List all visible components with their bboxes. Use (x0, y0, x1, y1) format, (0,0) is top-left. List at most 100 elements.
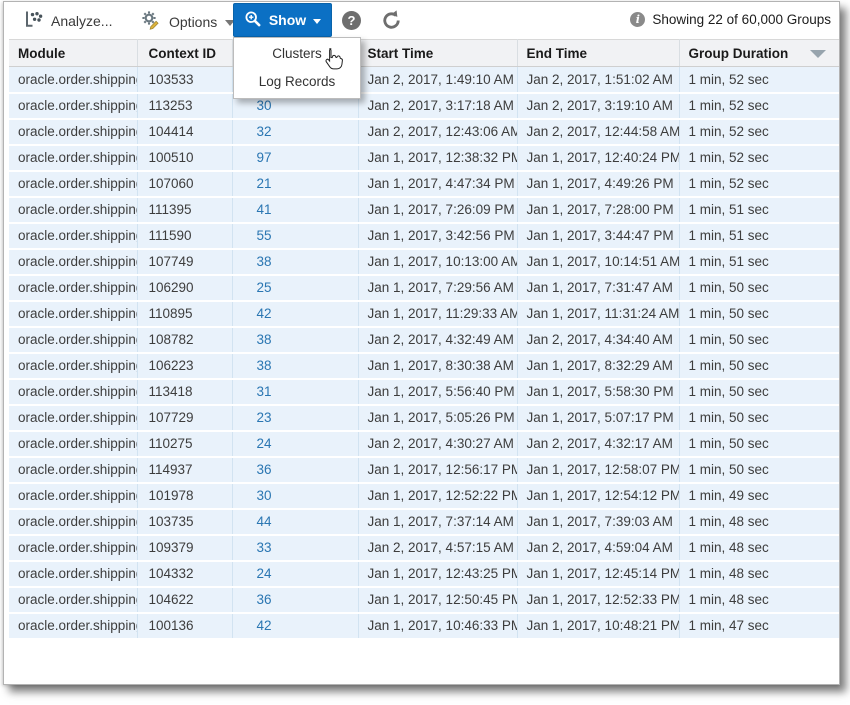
cell-cluster-count[interactable]: 21 (232, 171, 358, 197)
table-row[interactable]: oracle.order.shipping10772923Jan 1, 2017… (9, 405, 839, 431)
table-row[interactable]: oracle.order.shipping10629025Jan 1, 2017… (9, 275, 839, 301)
cell-end-time: Jan 1, 2017, 7:31:47 AM (517, 275, 679, 301)
cell-group-duration: 1 min, 52 sec (679, 119, 839, 145)
cell-cluster-count[interactable]: 36 (232, 457, 358, 483)
table-row[interactable]: oracle.order.shipping11089542Jan 1, 2017… (9, 301, 839, 327)
cell-end-time: Jan 2, 2017, 3:19:10 AM (517, 93, 679, 119)
cell-start-time: Jan 1, 2017, 8:30:38 AM (358, 353, 517, 379)
cell-cluster-count[interactable]: 44 (232, 509, 358, 535)
cell-context-id: 101978 (137, 483, 232, 509)
table-row[interactable]: oracle.order.shipping10373544Jan 1, 2017… (9, 509, 839, 535)
cell-cluster-count[interactable]: 24 (232, 561, 358, 587)
column-header-start-time[interactable]: Start Time (358, 40, 517, 67)
cell-cluster-count[interactable]: 25 (232, 275, 358, 301)
cell-end-time: Jan 1, 2017, 5:07:17 PM (517, 405, 679, 431)
cell-module: oracle.order.shipping (9, 587, 137, 613)
cell-end-time: Jan 1, 2017, 12:45:14 PM (517, 561, 679, 587)
cell-group-duration: 1 min, 50 sec (679, 301, 839, 327)
show-button[interactable]: Show (233, 3, 332, 37)
cell-start-time: Jan 2, 2017, 3:17:18 AM (358, 93, 517, 119)
table-row[interactable]: oracle.order.shipping10013642Jan 1, 2017… (9, 613, 839, 639)
cell-context-id: 104332 (137, 561, 232, 587)
table-row[interactable]: oracle.order.shipping10197830Jan 1, 2017… (9, 483, 839, 509)
cell-group-duration: 1 min, 49 sec (679, 483, 839, 509)
table-row[interactable]: oracle.order.shipping10433224Jan 1, 2017… (9, 561, 839, 587)
show-dropdown-menu: Clusters Log Records (233, 37, 361, 99)
column-header-context-id[interactable]: Context ID (137, 40, 232, 67)
cell-cluster-count[interactable]: 23 (232, 405, 358, 431)
cell-cluster-count[interactable]: 32 (232, 119, 358, 145)
refresh-button[interactable] (381, 10, 402, 34)
cell-context-id: 106290 (137, 275, 232, 301)
cell-end-time: Jan 1, 2017, 12:54:12 PM (517, 483, 679, 509)
table-row[interactable]: oracle.order.shipping10937933Jan 2, 2017… (9, 535, 839, 561)
table-row[interactable]: oracle.order.shipping10441432Jan 2, 2017… (9, 119, 839, 145)
table-row[interactable]: oracle.order.shipping10051097Jan 1, 2017… (9, 145, 839, 171)
cell-module: oracle.order.shipping (9, 405, 137, 431)
info-circle-icon[interactable]: i (630, 12, 645, 27)
table-row[interactable]: oracle.order.shipping10622338Jan 1, 2017… (9, 353, 839, 379)
cell-module: oracle.order.shipping (9, 223, 137, 249)
column-header-group-duration[interactable]: Group Duration (679, 40, 839, 67)
cell-group-duration: 1 min, 50 sec (679, 353, 839, 379)
cell-start-time: Jan 1, 2017, 12:38:32 PM (358, 145, 517, 171)
cell-cluster-count[interactable]: 55 (232, 223, 358, 249)
cell-cluster-count[interactable]: 31 (232, 379, 358, 405)
table-row[interactable]: oracle.order.shipping10462236Jan 1, 2017… (9, 587, 839, 613)
table-row[interactable]: oracle.order.shipping11341831Jan 1, 2017… (9, 379, 839, 405)
options-button[interactable]: Options (141, 10, 235, 33)
table-row[interactable]: oracle.order.shipping103533Jan 2, 2017, … (9, 67, 839, 93)
cell-module: oracle.order.shipping (9, 509, 137, 535)
cell-start-time: Jan 1, 2017, 5:05:26 PM (358, 405, 517, 431)
menu-item-clusters[interactable]: Clusters (234, 40, 360, 68)
cell-module: oracle.order.shipping (9, 535, 137, 561)
question-circle-icon: ? (342, 11, 361, 30)
magnifier-plus-icon (244, 10, 262, 31)
cell-cluster-count[interactable]: 24 (232, 431, 358, 457)
cell-end-time: Jan 1, 2017, 3:44:47 PM (517, 223, 679, 249)
table-row[interactable]: oracle.order.shipping11493736Jan 1, 2017… (9, 457, 839, 483)
column-header-end-time[interactable]: End Time (517, 40, 679, 67)
table-row[interactable]: oracle.order.shipping10706021Jan 1, 2017… (9, 171, 839, 197)
table-row[interactable]: oracle.order.shipping11159055Jan 1, 2017… (9, 223, 839, 249)
table-row[interactable]: oracle.order.shipping11325330Jan 2, 2017… (9, 93, 839, 119)
cell-group-duration: 1 min, 52 sec (679, 67, 839, 93)
column-header-module[interactable]: Module (9, 40, 137, 67)
cell-start-time: Jan 1, 2017, 10:46:33 PM (358, 613, 517, 639)
cell-end-time: Jan 1, 2017, 12:58:07 PM (517, 457, 679, 483)
table-row[interactable]: oracle.order.shipping10774938Jan 1, 2017… (9, 249, 839, 275)
cell-module: oracle.order.shipping (9, 197, 137, 223)
cell-module: oracle.order.shipping (9, 119, 137, 145)
cell-context-id: 113418 (137, 379, 232, 405)
cell-context-id: 111395 (137, 197, 232, 223)
cell-cluster-count[interactable]: 33 (232, 535, 358, 561)
cell-end-time: Jan 1, 2017, 5:58:30 PM (517, 379, 679, 405)
cell-cluster-count[interactable]: 36 (232, 587, 358, 613)
table-row[interactable]: oracle.order.shipping10878238Jan 2, 2017… (9, 327, 839, 353)
cell-cluster-count[interactable]: 42 (232, 301, 358, 327)
cell-cluster-count[interactable]: 38 (232, 327, 358, 353)
cell-cluster-count[interactable]: 41 (232, 197, 358, 223)
help-button[interactable]: ? (342, 11, 361, 30)
cell-start-time: Jan 2, 2017, 4:57:15 AM (358, 535, 517, 561)
cell-end-time: Jan 2, 2017, 1:51:02 AM (517, 67, 679, 93)
cell-cluster-count[interactable]: 42 (232, 613, 358, 639)
groups-table: Module Context ID Start Time End Time Gr… (9, 39, 839, 640)
analyze-button[interactable]: Analyze... (24, 10, 112, 31)
screenshot-stage: Analyze... Options (0, 0, 850, 705)
cell-module: oracle.order.shipping (9, 145, 137, 171)
cell-cluster-count[interactable]: 30 (232, 483, 358, 509)
toolbar: Analyze... Options (4, 2, 839, 39)
table-row[interactable]: oracle.order.shipping11139541Jan 1, 2017… (9, 197, 839, 223)
refresh-icon (381, 10, 402, 34)
cell-start-time: Jan 2, 2017, 12:43:06 AM (358, 119, 517, 145)
cell-cluster-count[interactable]: 97 (232, 145, 358, 171)
cell-context-id: 100510 (137, 145, 232, 171)
cell-cluster-count[interactable]: 38 (232, 249, 358, 275)
show-label: Show (269, 12, 306, 28)
sort-descending-icon[interactable] (810, 50, 826, 58)
log-groups-window: Analyze... Options (3, 1, 840, 685)
cell-cluster-count[interactable]: 38 (232, 353, 358, 379)
cell-group-duration: 1 min, 50 sec (679, 431, 839, 457)
table-row[interactable]: oracle.order.shipping11027524Jan 2, 2017… (9, 431, 839, 457)
